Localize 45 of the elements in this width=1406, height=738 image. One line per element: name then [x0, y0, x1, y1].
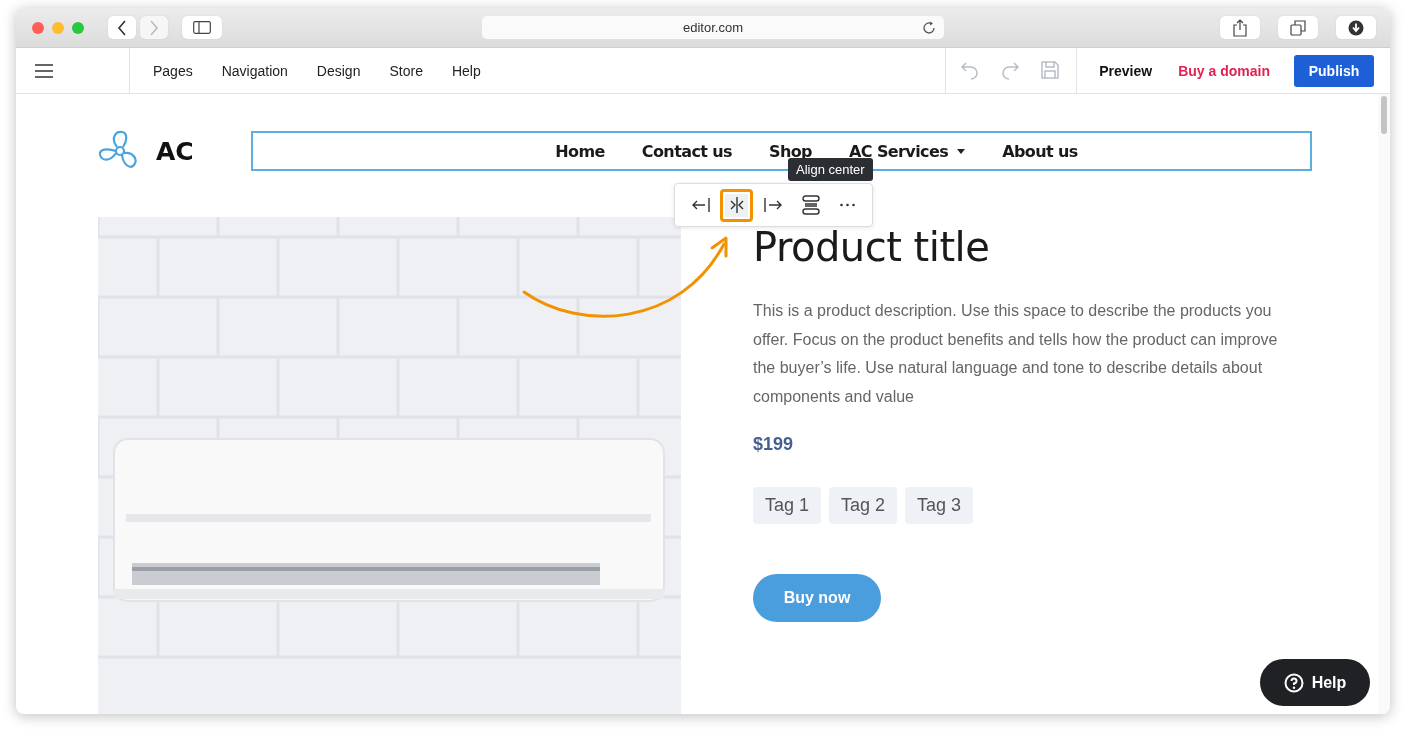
tag[interactable]: Tag 1	[753, 486, 822, 524]
menu-item[interactable]: Store	[389, 62, 423, 79]
preview-button[interactable]: Preview	[1099, 62, 1153, 79]
address-bar[interactable]: editor.com	[482, 16, 944, 39]
nav-link[interactable]: AC Services	[849, 141, 966, 161]
menu-item[interactable]: Design	[316, 62, 361, 79]
tag[interactable]: Tag 2	[829, 486, 898, 524]
tabs-button[interactable]	[1278, 16, 1318, 39]
sidebar-icon	[193, 21, 211, 34]
reload-icon[interactable]	[922, 21, 936, 35]
nav-link[interactable]: About us	[1002, 141, 1078, 161]
nav-link[interactable]: Home	[555, 141, 605, 161]
close-icon[interactable]	[32, 21, 44, 34]
menu-item[interactable]: Navigation	[221, 62, 288, 79]
help-icon	[1283, 672, 1304, 693]
share-icon	[1233, 18, 1247, 37]
nav-link[interactable]: Shop	[769, 141, 812, 161]
product-price: $199	[753, 433, 794, 455]
address-text: editor.com	[683, 20, 743, 35]
back-icon	[117, 19, 127, 36]
tabs-icon	[1290, 19, 1306, 36]
zoom-icon[interactable]	[72, 21, 84, 34]
back-button[interactable]	[108, 16, 136, 39]
site-logo-text[interactable]: AC	[156, 136, 194, 166]
tag[interactable]: Tag 3	[905, 486, 974, 524]
nav-link[interactable]: Contact us	[641, 141, 732, 161]
menu-item[interactable]: Help	[451, 62, 481, 79]
download-icon	[1348, 19, 1364, 36]
layers-icon	[800, 195, 821, 215]
align-right-icon	[763, 195, 784, 215]
product-title: Product title	[753, 223, 990, 271]
tooltip: Align center	[788, 158, 873, 181]
menu-item[interactable]: Pages	[153, 62, 193, 79]
share-button[interactable]	[1220, 16, 1260, 39]
more-icon	[840, 203, 855, 207]
buy-domain-link[interactable]: Buy a domain	[1178, 62, 1270, 79]
publish-button[interactable]: Publish	[1294, 54, 1374, 87]
product-description: This is a product description. Use this space to describe the products you offer. Focus on the product benefits and tells how the product can improve the buyer’s life. Use natural language and tone to describe details about components and value	[753, 301, 1279, 408]
align-center-button[interactable]	[720, 188, 753, 222]
sidebar-button[interactable]	[182, 16, 222, 39]
help-button[interactable]: Help	[1260, 659, 1370, 706]
scrollbar-thumb[interactable]	[1381, 96, 1387, 134]
menu-icon[interactable]	[34, 62, 54, 79]
downloads-button[interactable]	[1336, 16, 1376, 39]
forward-icon	[149, 19, 159, 36]
